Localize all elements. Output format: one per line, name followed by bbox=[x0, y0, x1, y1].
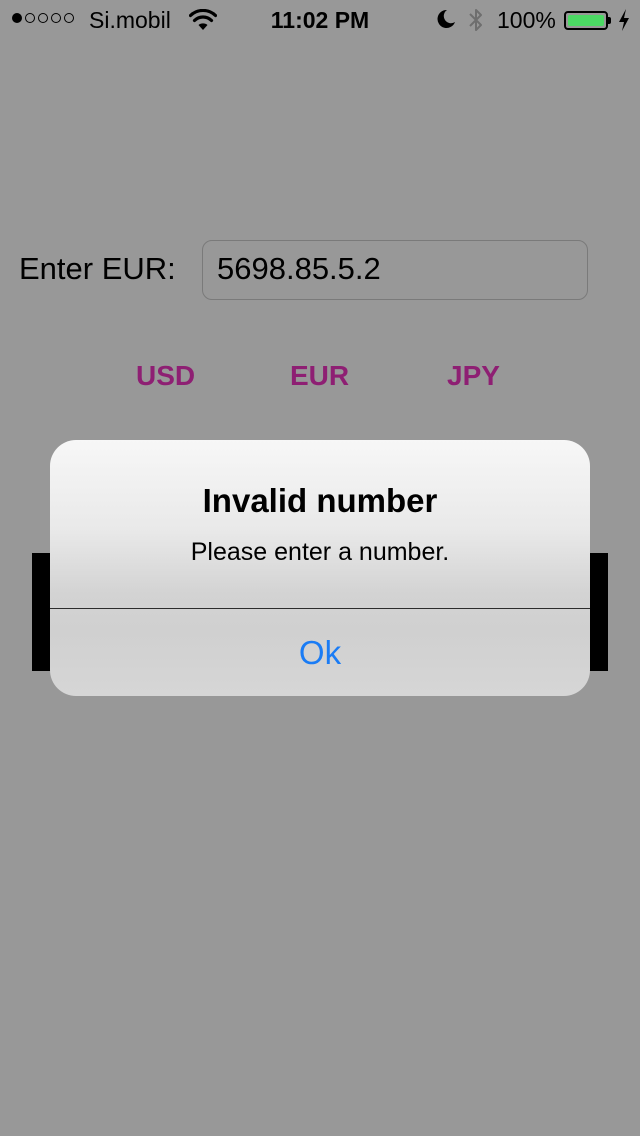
ok-button[interactable]: Ok bbox=[50, 609, 590, 696]
alert-title: Invalid number bbox=[202, 482, 438, 519]
battery-fill bbox=[568, 15, 604, 26]
invalid-number-alert: Invalid number Please enter a number. Ok bbox=[50, 440, 590, 696]
moon-icon bbox=[437, 9, 455, 28]
jpy-button[interactable]: JPY bbox=[447, 360, 500, 392]
enter-eur-label: Enter EUR: bbox=[19, 251, 176, 286]
battery-tip bbox=[608, 17, 611, 24]
battery-percent: 100% bbox=[497, 7, 556, 33]
currency-selector: USD EUR JPY bbox=[0, 360, 640, 396]
bluetooth-icon bbox=[469, 9, 482, 31]
status-bar: Si.mobil 11:02 PM 100% bbox=[0, 0, 640, 40]
eur-button[interactable]: EUR bbox=[290, 360, 349, 392]
amount-input[interactable] bbox=[202, 240, 588, 300]
converter-screen: Si.mobil 11:02 PM 100% Enter EUR: USD EU… bbox=[0, 0, 640, 1136]
usd-button[interactable]: USD bbox=[136, 360, 195, 392]
battery-icon bbox=[564, 11, 608, 30]
alert-message: Please enter a number. bbox=[190, 538, 450, 566]
charging-bolt-icon bbox=[619, 9, 629, 31]
